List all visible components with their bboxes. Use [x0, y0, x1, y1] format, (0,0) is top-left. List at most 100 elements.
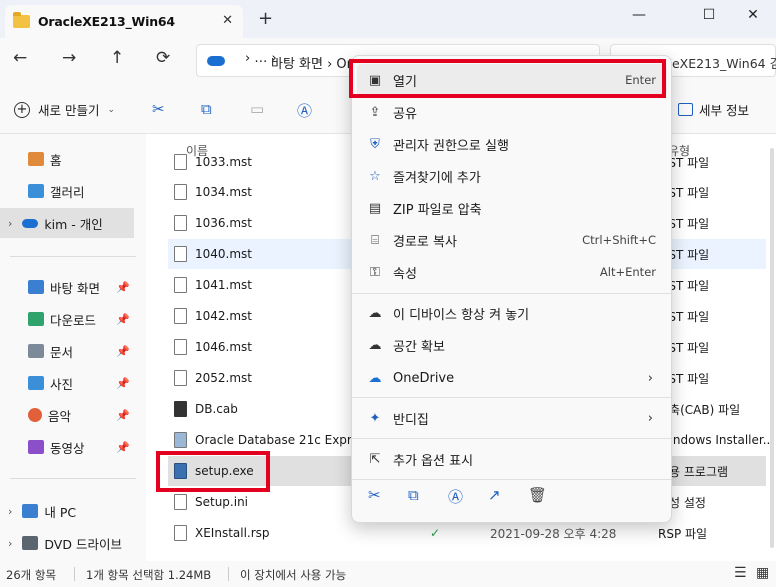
plus-icon: +: [14, 101, 30, 118]
title-bar: OracleXE213_Win64 ✕ + — ☐ ✕: [0, 0, 776, 38]
menu-item-share[interactable]: ⇪ 공유: [357, 96, 667, 128]
new-button[interactable]: + 새로 만들기 ⌄: [14, 100, 115, 119]
sidebar-item-pictures[interactable]: 사진 📌: [0, 368, 146, 398]
tab-close-icon[interactable]: ✕: [222, 13, 233, 28]
item-count: 26개 항목: [6, 568, 57, 582]
sidebar-item-gallery[interactable]: 갤러리: [0, 176, 146, 206]
pin-icon[interactable]: 📌: [116, 441, 130, 454]
music-icon: [28, 408, 42, 422]
chevron-right-icon: ›: [8, 536, 13, 550]
file-name: 1041.mst: [195, 278, 252, 292]
copy-icon[interactable]: ⧉: [408, 486, 419, 504]
menu-item-bandizip[interactable]: ✦ 반디집 ›: [357, 402, 667, 434]
onedrive-cloud-icon: [207, 56, 225, 66]
tiles-view-icon[interactable]: ▦: [756, 565, 769, 581]
menu-item-run-as-admin[interactable]: ⛨ 관리자 권한으로 실행: [357, 128, 667, 160]
menu-item-label: 공간 확보: [393, 339, 445, 355]
sidebar-item-home[interactable]: 홈: [0, 144, 146, 174]
maximize-button[interactable]: ☐: [686, 0, 732, 30]
file-icon: [174, 370, 187, 386]
pin-icon[interactable]: 📌: [116, 377, 130, 390]
cut-icon[interactable]: ✂: [152, 100, 165, 118]
sync-status-icon: ✓: [430, 526, 441, 540]
menu-item-label: ZIP 파일로 압축: [393, 202, 482, 218]
menu-item-label: 이 디바이스 항상 켜 놓기: [393, 307, 530, 323]
file-icon: [174, 154, 187, 170]
menu-item-keep-on-device[interactable]: ☁ 이 디바이스 항상 켜 놓기: [357, 297, 667, 329]
download-icon: [28, 312, 44, 326]
context-menu: ▣ 열기 Enter ⇪ 공유 ⛨ 관리자 권한으로 실행 ☆ 즐겨찾기에 추가…: [351, 55, 672, 523]
file-name: 1036.mst: [195, 216, 252, 230]
menu-item-shortcut: Ctrl+Shift+C: [582, 233, 656, 247]
forward-button[interactable]: →: [62, 48, 76, 68]
minimize-button[interactable]: —: [616, 0, 662, 30]
video-icon: [28, 440, 44, 454]
tab-title: OracleXE213_Win64: [38, 14, 175, 29]
sidebar-item-label: kim - 개인: [44, 216, 103, 232]
sidebar-item-videos[interactable]: 동영상 📌: [0, 432, 146, 462]
details-button[interactable]: 세부 정보: [678, 100, 749, 119]
menu-item-free-up-space[interactable]: ☁ 공간 확보: [357, 329, 667, 361]
new-tab-button[interactable]: +: [258, 8, 273, 29]
status-bar: 26개 항목 1개 항목 선택함 1.24MB 이 장치에서 사용 가능 ☰ ▦: [0, 561, 776, 587]
sidebar-item-this-pc[interactable]: › 내 PC: [0, 496, 146, 526]
file-icon: [174, 339, 187, 355]
file-name: 1046.mst: [195, 340, 252, 354]
pin-icon[interactable]: 📌: [116, 409, 130, 422]
new-button-label: 새로 만들기: [38, 103, 100, 118]
menu-item-onedrive[interactable]: ☁ OneDrive ›: [357, 362, 667, 394]
rename-icon[interactable]: Ⓐ: [448, 486, 463, 507]
delete-icon[interactable]: 🗑: [528, 486, 547, 504]
sidebar-item-label: 다운로드: [50, 312, 97, 328]
file-name: 1034.mst: [195, 185, 252, 199]
sidebar-divider: [10, 256, 136, 257]
sidebar-item-downloads[interactable]: 다운로드 📌: [0, 304, 146, 334]
file-name: Setup.ini: [195, 495, 249, 509]
menu-item-compress-zip[interactable]: ▤ ZIP 파일로 압축: [357, 192, 667, 224]
menu-divider: [352, 293, 671, 294]
details-view-icon[interactable]: ☰: [734, 565, 747, 581]
close-window-button[interactable]: ✕: [730, 0, 776, 30]
rename-icon[interactable]: Ⓐ: [297, 100, 312, 121]
sidebar-item-dvd-drive[interactable]: › DVD 드라이브: [0, 528, 146, 558]
file-type: Windows Installer...: [658, 433, 775, 447]
selection-info: 1개 항목 선택함 1.24MB: [86, 568, 212, 582]
back-button[interactable]: ←: [13, 48, 27, 68]
cut-icon[interactable]: ✂: [368, 486, 381, 504]
bandizip-icon: ✦: [369, 410, 381, 426]
menu-item-shortcut: Alt+Enter: [599, 265, 656, 279]
status-divider: [228, 567, 229, 581]
folder-icon: [13, 12, 30, 28]
sidebar-item-onedrive[interactable]: › kim - 개인: [0, 208, 134, 238]
zip-icon: ▤: [368, 200, 382, 216]
file-name: DB.cab: [195, 402, 238, 416]
menu-item-show-more-options[interactable]: ⇱ 추가 옵션 표시: [357, 443, 667, 475]
sidebar-item-label: 동영상: [50, 440, 85, 456]
pin-icon[interactable]: 📌: [116, 281, 130, 294]
share-icon[interactable]: ↗: [488, 486, 501, 504]
paste-icon[interactable]: ▭: [250, 100, 264, 118]
copy-icon[interactable]: ⧉: [201, 100, 212, 118]
menu-item-label: 즐겨찾기에 추가: [393, 170, 481, 186]
refresh-button[interactable]: ⟳: [156, 48, 170, 68]
cloud-icon: [22, 218, 39, 228]
sidebar-item-label: 홈: [50, 152, 62, 168]
installer-icon: [174, 432, 187, 448]
menu-item-add-favorite[interactable]: ☆ 즐겨찾기에 추가: [357, 160, 667, 192]
menu-item-properties[interactable]: ⚿ 속성 Alt+Enter: [357, 256, 667, 288]
file-icon: [174, 246, 187, 262]
pin-icon[interactable]: 📌: [116, 313, 130, 326]
up-button[interactable]: ↑: [110, 48, 124, 68]
menu-item-copy-path[interactable]: ⌸ 경로로 복사 Ctrl+Shift+C: [357, 224, 667, 256]
tab-active[interactable]: OracleXE213_Win64 ✕: [5, 5, 243, 38]
vertical-scrollbar[interactable]: [770, 148, 774, 548]
sidebar-item-desktop[interactable]: 바탕 화면 📌: [0, 272, 146, 302]
sidebar-item-documents[interactable]: 문서 📌: [0, 336, 146, 366]
pin-icon[interactable]: 📌: [116, 345, 130, 358]
chevron-down-icon: ⌄: [107, 104, 116, 115]
dvd-icon: [22, 536, 39, 550]
highlight-box-setup-exe: [156, 451, 270, 492]
file-icon: [174, 308, 187, 324]
file-name: 1040.mst: [195, 247, 252, 261]
sidebar-item-music[interactable]: 음악 📌: [0, 400, 146, 430]
